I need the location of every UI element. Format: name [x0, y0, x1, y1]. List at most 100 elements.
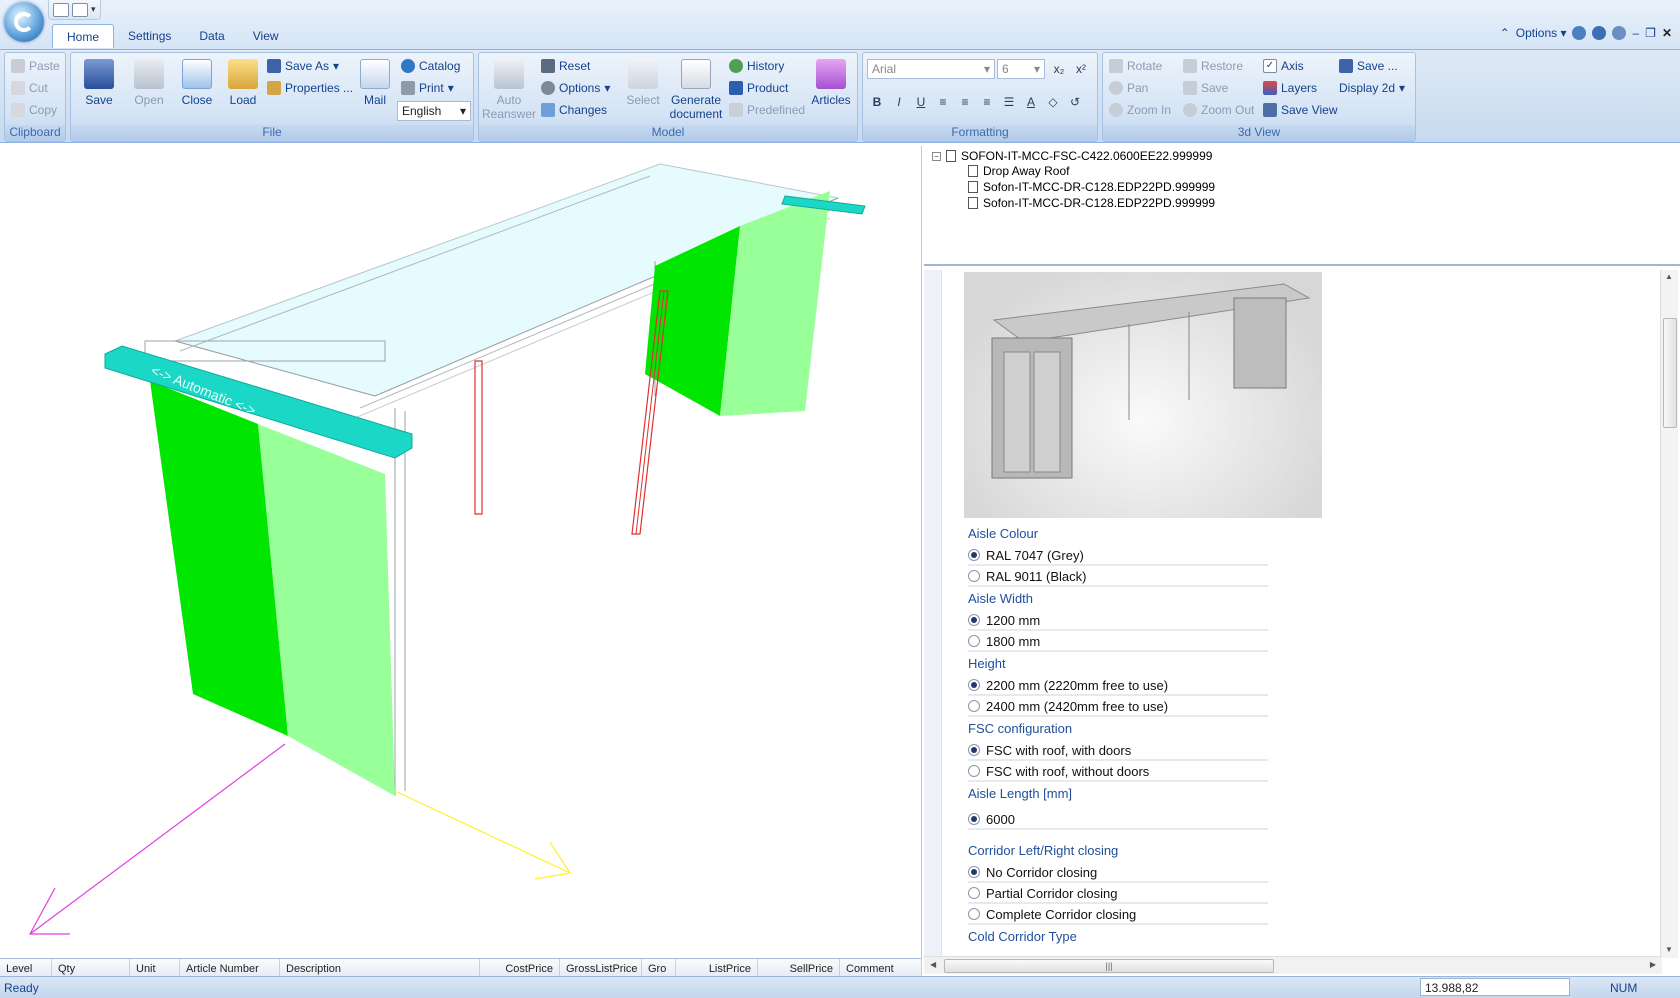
option-row[interactable]: 2400 mm (2420mm free to use) [968, 697, 1268, 717]
tab-settings[interactable]: Settings [114, 24, 185, 48]
radio-selected-icon[interactable] [968, 866, 980, 878]
paste-button[interactable]: Paste [11, 57, 60, 75]
scroll-up-icon[interactable]: ▲ [1665, 272, 1673, 281]
superscript-icon[interactable]: x² [1071, 60, 1091, 78]
option-row[interactable]: 1200 mm [968, 611, 1268, 631]
vertical-scroll-thumb[interactable] [1663, 318, 1677, 428]
close-icon[interactable]: ✕ [1662, 26, 1672, 40]
zoom-out-button[interactable]: Zoom Out [1183, 101, 1254, 119]
column-level[interactable]: Level [0, 959, 52, 977]
radio-icon[interactable] [968, 765, 980, 777]
product-button[interactable]: Product [729, 79, 788, 97]
cut-button[interactable]: Cut [11, 79, 48, 97]
highlight-icon[interactable]: ◇ [1043, 93, 1063, 111]
auto-reanswer-button[interactable]: Auto Reanswer [479, 57, 539, 121]
save-view-button[interactable]: Save View [1263, 101, 1337, 119]
column-list-price[interactable]: ListPrice [676, 959, 758, 977]
qat-dropdown-icon[interactable]: ▾ [91, 4, 96, 15]
articles-button[interactable]: Articles [807, 57, 855, 107]
font-size-select[interactable]: 6 ▾ [997, 59, 1045, 79]
column-qty[interactable]: Qty [52, 959, 130, 977]
column-description[interactable]: Description [280, 959, 480, 977]
window-icon[interactable] [72, 2, 88, 17]
tab-home[interactable]: Home [52, 24, 115, 48]
option-row[interactable]: 6000 [968, 810, 1268, 830]
open-button[interactable]: Open [125, 57, 173, 107]
tree-node-door-2[interactable]: Sofon-IT-MCC-DR-C128.EDP22PD.999999 [968, 196, 1215, 210]
collapse-icon[interactable]: − [932, 151, 941, 161]
font-color-icon[interactable]: A [1021, 93, 1041, 111]
option-row[interactable]: No Corridor closing [968, 863, 1268, 883]
column-unit[interactable]: Unit [130, 959, 180, 977]
align-center-icon[interactable]: ≡ [955, 93, 975, 111]
option-row[interactable]: RAL 7047 (Grey) [968, 546, 1268, 566]
radio-selected-icon[interactable] [968, 744, 980, 756]
scroll-right-icon[interactable]: ▶ [1650, 960, 1656, 969]
tree-node-drop-away-roof[interactable]: Drop Away Roof [968, 164, 1070, 178]
close-button[interactable]: Close [173, 57, 221, 107]
option-row[interactable]: RAL 9011 (Black) [968, 567, 1268, 587]
radio-icon[interactable] [968, 570, 980, 582]
subscript-icon[interactable]: x₂ [1049, 60, 1069, 78]
application-menu-button[interactable] [4, 2, 44, 42]
tree-root[interactable]: − SOFON-IT-MCC-FSC-C422.0600EE22.999999 [932, 149, 1212, 163]
column-article-number[interactable]: Article Number [180, 959, 280, 977]
radio-icon[interactable] [968, 887, 980, 899]
restore-icon[interactable]: ❐ [1645, 26, 1656, 40]
globe-icon[interactable] [1592, 26, 1607, 40]
radio-icon[interactable] [968, 635, 980, 647]
font-family-select[interactable]: Arial ▾ [867, 59, 995, 79]
column-comment[interactable]: Comment [840, 959, 922, 977]
column-gross-list-price[interactable]: GrossListPrice [560, 959, 642, 977]
minimize-icon[interactable]: – [1632, 26, 1639, 40]
save-image-button[interactable]: Save ... [1339, 57, 1398, 75]
option-row[interactable]: FSC with roof, with doors [968, 741, 1268, 761]
column-sell-price[interactable]: SellPrice [758, 959, 840, 977]
horizontal-scroll-thumb[interactable]: ||| [944, 959, 1274, 973]
ribbon-collapse-icon[interactable]: ⌃ [1500, 26, 1510, 40]
option-row[interactable]: FSC with roof, without doors [968, 762, 1268, 782]
help-icon[interactable] [1612, 26, 1627, 40]
option-row[interactable]: 2200 mm (2220mm free to use) [968, 676, 1268, 696]
zoom-in-button[interactable]: Zoom In [1109, 101, 1171, 119]
axis-checkbox[interactable]: ✓ Axis [1263, 57, 1304, 75]
load-button[interactable]: Load [219, 57, 267, 107]
option-row[interactable]: Partial Corridor closing [968, 884, 1268, 904]
vertical-scrollbar[interactable]: ▲ ▼ [1660, 270, 1678, 958]
changes-button[interactable]: Changes [541, 101, 607, 119]
radio-selected-icon[interactable] [968, 813, 980, 825]
copy-button[interactable]: Copy [11, 101, 57, 119]
3d-viewport[interactable]: <-> Automatic <-> [0, 146, 922, 958]
options-menu[interactable]: Options ▾ [1516, 26, 1567, 40]
radio-selected-icon[interactable] [968, 679, 980, 691]
save-button[interactable]: Save [75, 57, 123, 107]
pan-button[interactable]: Pan [1109, 79, 1148, 97]
reset-button[interactable]: Reset [541, 57, 590, 75]
generate-document-button[interactable]: Generate document [665, 57, 727, 121]
predefined-button[interactable]: Predefined [729, 101, 805, 119]
layers-button[interactable]: Layers [1263, 79, 1317, 97]
radio-icon[interactable] [968, 700, 980, 712]
align-right-icon[interactable]: ≡ [977, 93, 997, 111]
language-select[interactable]: English ▾ [397, 101, 471, 121]
rotate-button[interactable]: Rotate [1109, 57, 1162, 75]
horizontal-scrollbar[interactable]: ◀ ||| ▶ [924, 956, 1662, 974]
scroll-left-icon[interactable]: ◀ [930, 960, 936, 969]
radio-selected-icon[interactable] [968, 549, 980, 561]
save-view-pos-button[interactable]: Save [1183, 79, 1228, 97]
display-2d-button[interactable]: Display 2d ▾ [1339, 79, 1405, 97]
print-button[interactable]: Print ▾ [401, 79, 454, 97]
bold-button[interactable]: B [867, 93, 887, 111]
radio-icon[interactable] [968, 908, 980, 920]
info-icon[interactable] [1572, 26, 1587, 40]
scroll-down-icon[interactable]: ▼ [1665, 945, 1673, 954]
column-gro[interactable]: Gro [642, 959, 676, 977]
tab-data[interactable]: Data [185, 24, 238, 48]
save-as-button[interactable]: Save As ▾ [267, 57, 339, 75]
undo-format-icon[interactable]: ↺ [1065, 93, 1085, 111]
option-row[interactable]: Complete Corridor closing [968, 905, 1268, 925]
catalog-button[interactable]: Catalog [401, 57, 460, 75]
options-button[interactable]: Options ▾ [541, 79, 610, 97]
mail-button[interactable]: Mail [351, 57, 399, 107]
underline-button[interactable]: U [911, 93, 931, 111]
